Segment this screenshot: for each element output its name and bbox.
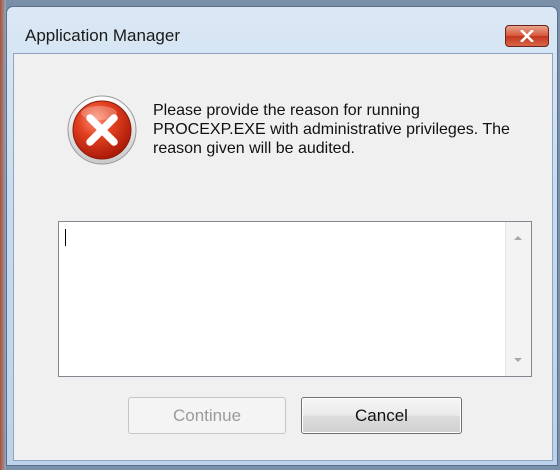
error-icon: [67, 95, 137, 165]
close-icon: [520, 30, 534, 42]
reason-textbox[interactable]: [58, 221, 532, 377]
dialog-message: Please provide the reason for running PR…: [153, 102, 510, 157]
reason-scrollbar[interactable]: [505, 222, 531, 376]
title-bar[interactable]: Application Manager: [7, 7, 557, 53]
text-caret: [65, 229, 66, 246]
dialog-window: Application Manager Please provide the r…: [6, 6, 558, 466]
scroll-up-arrow-icon[interactable]: [514, 236, 522, 240]
reason-input[interactable]: [59, 222, 505, 376]
scroll-down-arrow-icon[interactable]: [514, 358, 522, 362]
continue-button[interactable]: Continue: [128, 397, 286, 434]
dialog-body: Please provide the reason for running PR…: [13, 53, 553, 461]
cancel-button[interactable]: Cancel: [301, 397, 462, 434]
close-button[interactable]: [505, 25, 549, 47]
window-title: Application Manager: [25, 26, 180, 45]
